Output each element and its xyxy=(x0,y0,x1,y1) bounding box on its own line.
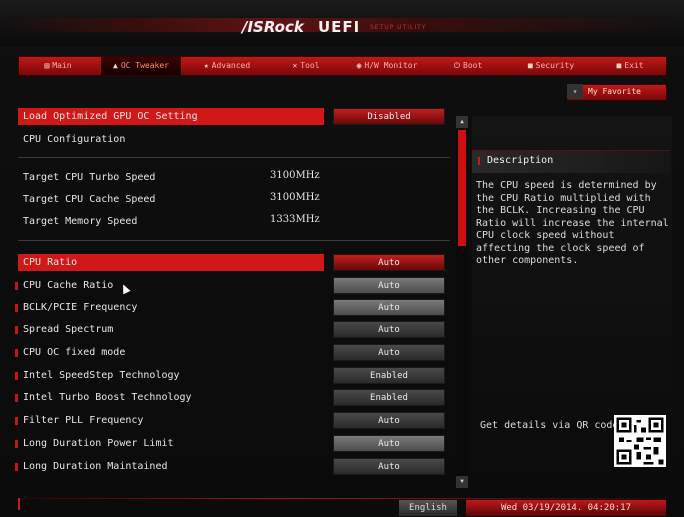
scroll-down-icon[interactable]: ▼ xyxy=(456,476,468,488)
tab-label: H/W Monitor xyxy=(364,61,418,70)
tab-label: Exit xyxy=(624,61,644,70)
load-gpu-oc-value[interactable]: Disabled xyxy=(333,108,445,125)
menu-item-label: Long Duration Power Limit xyxy=(23,438,174,449)
menu-item-bclk-pcie[interactable]: BCLK/PCIE Frequency xyxy=(15,299,324,316)
target-cpu-cache-value: 3100MHz xyxy=(270,192,320,203)
menu-item-label: Intel SpeedStep Technology xyxy=(23,370,180,381)
header-bar: /ISRock UEFI SETUP UTILITY xyxy=(0,0,684,46)
info-label: Target CPU Turbo Speed xyxy=(23,172,156,183)
tab-exit[interactable]: ■ Exit xyxy=(597,57,663,75)
tab-label: Main xyxy=(52,61,72,70)
long-duration-power-limit-value[interactable]: Auto xyxy=(333,435,445,452)
footer-marker xyxy=(18,498,20,510)
brand-logo: /ISRock xyxy=(242,18,304,36)
tool-icon: ✕ xyxy=(292,61,298,70)
cpu-oc-fixed-mode-value[interactable]: Auto xyxy=(333,344,445,361)
language-button[interactable]: English xyxy=(399,500,457,516)
oc-tweaker-icon: ▲ xyxy=(113,61,118,70)
target-cpu-turbo-value: 3100MHz xyxy=(270,170,320,181)
description-title: Description xyxy=(487,155,554,166)
menu-item-filter-pll[interactable]: Filter PLL Frequency xyxy=(15,412,324,429)
item-marker xyxy=(15,326,18,334)
turbo-boost-value[interactable]: Enabled xyxy=(333,389,445,406)
item-marker xyxy=(15,282,18,290)
tab-label: Boot xyxy=(463,61,483,70)
tab-label: OC Tweaker xyxy=(120,61,169,70)
uefi-title: UEFI xyxy=(318,18,361,36)
menu-item-cpu-configuration[interactable]: CPU Configuration xyxy=(18,131,324,148)
item-marker xyxy=(15,372,18,380)
tab-tool[interactable]: ✕ Tool xyxy=(271,57,341,75)
menu-item-label: Intel Turbo Boost Technology xyxy=(23,392,192,403)
menu-item-spread-spectrum[interactable]: Spread Spectrum xyxy=(15,321,324,338)
menu-item-cpu-oc-fixed-mode[interactable]: CPU OC fixed mode xyxy=(15,344,324,361)
description-marker xyxy=(478,157,480,165)
menu-item-turbo-boost[interactable]: Intel Turbo Boost Technology xyxy=(15,389,324,406)
menu-item-label: CPU OC fixed mode xyxy=(23,347,126,358)
security-icon: ■ xyxy=(527,61,533,70)
footer-divider xyxy=(18,498,665,499)
menu-item-load-gpu-oc[interactable]: Load Optimized GPU OC Setting xyxy=(18,108,324,125)
tab-label: Security xyxy=(535,61,575,70)
advanced-icon: ★ xyxy=(203,61,209,70)
divider xyxy=(18,240,450,241)
my-favorite-label: My Favorite xyxy=(588,87,641,96)
target-memory-value: 1333MHz xyxy=(270,214,320,225)
menu-item-speedstep[interactable]: Intel SpeedStep Technology xyxy=(15,367,324,384)
qr-code-icon[interactable] xyxy=(614,415,666,467)
item-marker xyxy=(15,394,18,402)
tab-oc-tweaker[interactable]: ▲ OC Tweaker xyxy=(101,57,181,75)
menu-item-label: Load Optimized GPU OC Setting xyxy=(23,111,198,122)
bclk-pcie-value[interactable]: Auto xyxy=(333,299,445,316)
tab-label: Tool xyxy=(300,61,320,70)
info-label: Target CPU Cache Speed xyxy=(23,194,156,205)
menu-item-long-duration-power-limit[interactable]: Long Duration Power Limit xyxy=(15,435,324,452)
tab-hw-monitor[interactable]: ◉ H/W Monitor xyxy=(345,57,429,75)
tab-advanced[interactable]: ★ Advanced xyxy=(187,57,267,75)
menu-item-label: Spread Spectrum xyxy=(23,324,114,335)
menu-item-label: CPU Ratio xyxy=(23,257,78,268)
exit-icon: ■ xyxy=(616,61,622,70)
menu-item-label: CPU Configuration xyxy=(23,134,126,145)
description-text: The CPU speed is determined by the CPU R… xyxy=(476,180,669,266)
cpu-ratio-value[interactable]: Auto xyxy=(333,254,445,271)
cpu-cache-ratio-value[interactable]: Auto xyxy=(333,277,445,294)
menu-item-cpu-ratio[interactable]: CPU Ratio xyxy=(18,254,324,271)
item-marker xyxy=(15,304,18,312)
scroll-up-icon[interactable]: ▲ xyxy=(456,116,468,128)
scrollbar-thumb[interactable] xyxy=(458,130,466,246)
long-duration-maintained-value[interactable]: Auto xyxy=(333,458,445,475)
tab-security[interactable]: ■ Security xyxy=(511,57,591,75)
menu-item-cpu-cache-ratio[interactable]: CPU Cache Ratio xyxy=(15,277,324,294)
tab-boot[interactable]: ⏻ Boot xyxy=(437,57,499,75)
hw-monitor-icon: ◉ xyxy=(356,61,362,70)
speedstep-value[interactable]: Enabled xyxy=(333,367,445,384)
boot-icon: ⏻ xyxy=(453,61,461,70)
info-label: Target Memory Speed xyxy=(23,216,138,227)
menu-item-long-duration-maintained[interactable]: Long Duration Maintained xyxy=(15,458,324,475)
qr-code-label: Get details via QR code xyxy=(480,420,619,431)
setup-utility-label: SETUP UTILITY xyxy=(370,24,427,31)
tab-main[interactable]: ▤ Main xyxy=(19,57,97,75)
menu-item-label: BCLK/PCIE Frequency xyxy=(23,302,138,313)
item-marker xyxy=(15,440,18,448)
item-marker xyxy=(15,463,18,471)
menu-item-label: CPU Cache Ratio xyxy=(23,280,114,291)
spread-spectrum-value[interactable]: Auto xyxy=(333,321,445,338)
datetime-display: Wed 03/19/2014. 04:20:17 xyxy=(466,500,666,516)
menu-item-label: Filter PLL Frequency xyxy=(23,415,144,426)
tab-label: Advanced xyxy=(211,61,251,70)
main-icon: ▤ xyxy=(44,61,50,70)
divider xyxy=(18,157,450,158)
tab-bar: ▤ Main ▲ OC Tweaker ★ Advanced ✕ Tool ◉ H/W M… xyxy=(18,56,667,76)
filter-pll-value[interactable]: Auto xyxy=(333,412,445,429)
item-marker xyxy=(15,349,18,357)
bios-window: /ISRock UEFI SETUP UTILITY ▤ Main ▲ OC Twe… xyxy=(0,0,684,517)
item-marker xyxy=(15,417,18,425)
chevron-down-icon[interactable]: ▾ xyxy=(567,84,583,99)
menu-item-label: Long Duration Maintained xyxy=(23,461,168,472)
